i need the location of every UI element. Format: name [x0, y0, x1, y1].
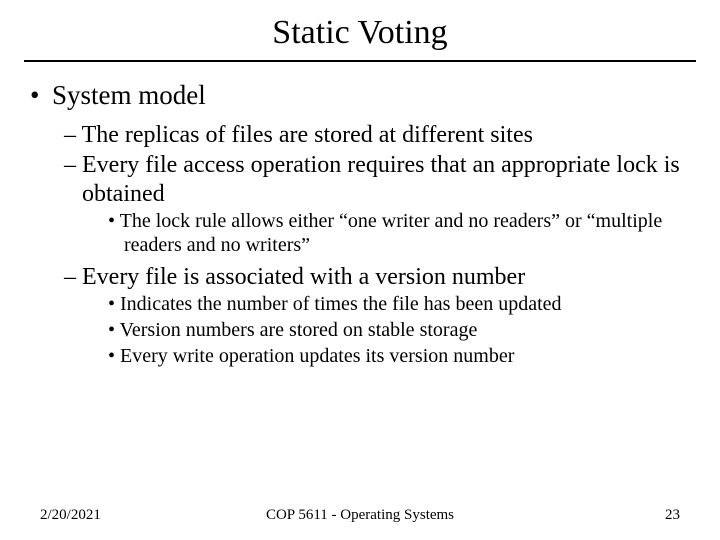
footer-course: COP 5611 - Operating Systems: [0, 507, 720, 524]
bullet-dot-icon: •: [30, 80, 52, 111]
slide-title: Static Voting: [24, 14, 696, 52]
bullet-level3: • Version numbers are stored on stable s…: [124, 319, 696, 343]
bullet-text: System model: [52, 80, 206, 110]
bullet-text: The lock rule allows either “one writer …: [120, 210, 663, 256]
bullet-dot-icon: •: [108, 210, 120, 232]
title-divider: [24, 60, 696, 62]
dash-icon: –: [64, 122, 82, 148]
bullet-level3: • The lock rule allows either “one write…: [124, 210, 696, 257]
footer-date: 2/20/2021: [40, 507, 101, 524]
bullet-level2: – The replicas of files are stored at di…: [82, 121, 696, 149]
bullet-level3: • Indicates the number of times the file…: [124, 293, 696, 317]
bullet-text: Indicates the number of times the file h…: [120, 293, 562, 315]
dash-icon: –: [64, 264, 82, 290]
bullet-dot-icon: •: [108, 293, 120, 315]
bullet-level2: – Every file is associated with a versio…: [82, 263, 696, 291]
slide-footer: 2/20/2021 COP 5611 - Operating Systems 2…: [0, 507, 720, 524]
bullet-level2: – Every file access operation requires t…: [82, 151, 696, 208]
bullet-text: The replicas of files are stored at diff…: [82, 122, 533, 148]
bullet-level3: • Every write operation updates its vers…: [124, 345, 696, 369]
bullet-text: Version numbers are stored on stable sto…: [120, 319, 478, 341]
bullet-level1: •System model: [30, 80, 696, 111]
footer-page-number: 23: [665, 507, 680, 524]
dash-icon: –: [64, 152, 82, 178]
bullet-dot-icon: •: [108, 319, 120, 341]
bullet-dot-icon: •: [108, 345, 120, 367]
bullet-text: Every file is associated with a version …: [82, 264, 525, 290]
bullet-text: Every write operation updates its versio…: [120, 345, 514, 367]
bullet-text: Every file access operation requires tha…: [82, 152, 680, 206]
